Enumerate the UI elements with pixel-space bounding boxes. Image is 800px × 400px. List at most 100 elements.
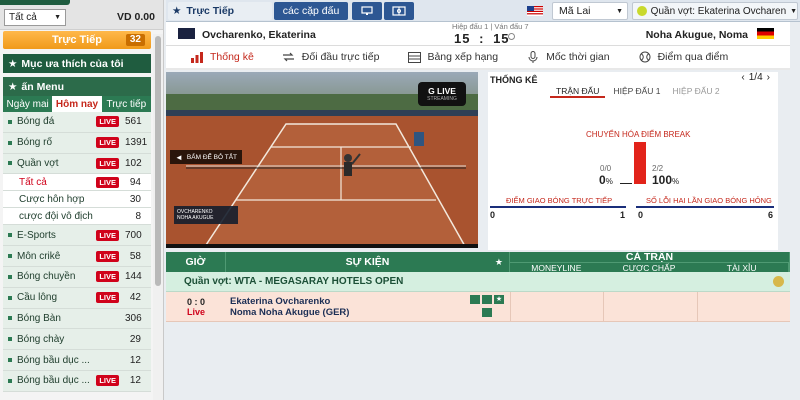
sport-item-volleyball[interactable]: Bóng chuyền LIVE 144 (3, 266, 151, 288)
tab-point-by-point[interactable]: Điểm qua điểm (624, 46, 743, 68)
tennis-sub-parlay[interactable]: Cược hỗn hợp 30 (3, 191, 151, 209)
brand-sub: STREAMING (427, 96, 457, 102)
tab-label: Bảng xếp hạng (427, 51, 499, 63)
star-icon[interactable]: ★ (495, 257, 503, 268)
league-row[interactable]: Quần vợt: WTA - MEGASARAY HOTELS OPEN (166, 272, 790, 292)
sport-item-table-tennis[interactable]: Bóng Bàn 306 (3, 308, 151, 330)
serve-label: ĐIỂM GIAO BÓNG TRỰC TIẾP (506, 196, 613, 205)
tab-head-to-head[interactable]: Đối đầu trực tiếp (268, 46, 394, 68)
handicap-cell[interactable] (603, 292, 696, 321)
sport-name: Bóng Bàn (17, 312, 61, 324)
live-header[interactable]: ★ Trực Tiếp (168, 2, 272, 20)
filter-value: Tất cả (9, 12, 37, 23)
right-percent: 100% (652, 173, 679, 187)
sport-item-football[interactable]: Bóng đá LIVE 561 (3, 112, 151, 133)
bullet-icon (8, 140, 12, 145)
stats-icon[interactable] (482, 295, 492, 304)
scrollbar-thumb[interactable] (155, 36, 161, 286)
sport-item-badminton[interactable]: Cầu lông LIVE 42 (3, 287, 151, 309)
filter-select[interactable]: Tất cả ▼ (4, 9, 66, 26)
live-badge: LIVE (96, 250, 119, 262)
bullet-icon (8, 295, 12, 300)
matchups-button[interactable]: các cặp đấu (274, 2, 348, 20)
unmute-label: BẤM ĐỂ BỎ TẮT (186, 153, 238, 161)
monitor-view-button[interactable] (352, 2, 382, 20)
left-break-bar (620, 183, 632, 184)
match-select[interactable]: Quần vợt: Ekaterina Ovcharenko ▼ (632, 2, 798, 20)
tab-timeline[interactable]: Mốc thời gian (512, 46, 624, 68)
break-label: CHUYỂN HÓA ĐIỂM BREAK (586, 130, 691, 139)
match-row[interactable]: 0 : 0 Live Ekaterina Ovcharenko Noma Noh… (166, 292, 790, 322)
left-percent-value: 0 (599, 173, 606, 187)
live-button-label: Trực Tiếp (52, 34, 102, 46)
tab-standings[interactable]: Bảng xếp hạng (393, 46, 512, 68)
tab-label: Thống kê (210, 51, 254, 63)
match-nav: Thống kê Đối đầu trực tiếp Bảng xếp hạng… (166, 46, 790, 70)
sport-name: Quần vợt (17, 157, 59, 169)
live-video-player[interactable]: G LIVE STREAMING ◄ BẤM ĐỂ BỎ TẮT OVCHARE… (166, 72, 478, 248)
tab-live[interactable]: Trực tiếp (102, 96, 151, 112)
live-badge: LIVE (96, 116, 119, 128)
chart-icon[interactable] (482, 308, 492, 317)
sport-item-cricket[interactable]: Môn crikê LIVE 58 (3, 246, 151, 267)
tab-label: Mốc thời gian (546, 51, 610, 63)
sport-count: 58 (129, 250, 141, 262)
col-event: SỰ KIỆN ★ (226, 252, 510, 272)
video-progress-bar[interactable] (166, 244, 478, 248)
sport-item-tennis[interactable]: Quần vợt LIVE 102 (3, 153, 151, 175)
video-player-2: NOHA AKUGUE (177, 215, 214, 221)
chevron-left-icon[interactable]: ‹ (741, 72, 744, 83)
stats-pager: ‹ 1/4 › (741, 72, 770, 83)
sport-item-basketball[interactable]: Bóng rổ LIVE 1391 (3, 132, 151, 154)
serve-right: 1 (620, 210, 626, 220)
score-separator: : (479, 31, 485, 46)
sport-name: Bóng bầu dục ... (17, 375, 90, 387)
sport-name: Cầu lông (17, 292, 58, 304)
league-name: Quần vợt: WTA - MEGASARAY HOTELS OPEN (184, 276, 404, 287)
bullet-icon (8, 119, 12, 124)
collapse-icon[interactable] (773, 276, 784, 287)
tennis-sub-all[interactable]: Tất cả LIVE 94 (3, 174, 151, 192)
away-point: 15 (493, 31, 510, 46)
video-icon[interactable] (470, 295, 480, 304)
sport-item-baseball[interactable]: Bóng chày 29 (3, 329, 151, 351)
balance: VD 0.00 (117, 11, 155, 23)
top-bar: ★ Trực Tiếp các cặp đấu Mã Lai ▼ Quần vợ… (166, 0, 800, 22)
sport-item-rugby-1[interactable]: Bóng bầu dục ... 12 (3, 350, 151, 371)
moneyline-cell[interactable] (510, 292, 603, 321)
sport-name: E-Sports (17, 229, 56, 241)
live-count: 32 (125, 34, 145, 46)
tab-tomorrow[interactable]: Ngày mai (3, 96, 52, 112)
live-button[interactable]: Trực Tiếp 32 (3, 31, 151, 49)
bullet-icon (8, 233, 12, 238)
star-icon[interactable]: ★ (494, 295, 504, 304)
serve-bar-fill (490, 206, 626, 208)
sport-item-esports[interactable]: E-Sports LIVE 700 (3, 225, 151, 247)
stats-icon (190, 51, 204, 63)
star-icon: ★ (8, 57, 18, 70)
live-badge: LIVE (96, 176, 119, 188)
favorites-header[interactable]: ★ Mục ưa thích của tôi (3, 54, 151, 73)
language-flag[interactable] (522, 2, 548, 20)
unmute-button[interactable]: ◄ BẤM ĐỂ BỎ TẮT (170, 150, 243, 164)
stats-tab-set2[interactable]: HIỆP ĐẤU 2 (669, 86, 724, 98)
sport-item-rugby-2[interactable]: Bóng bầu dục ... LIVE 12 (3, 370, 151, 392)
left-percent: 0% (599, 173, 613, 187)
tennis-sub-outright[interactable]: cược đội vô địch 8 (3, 208, 151, 226)
tab-stats[interactable]: Thống kê (166, 46, 268, 68)
sport-count: 700 (125, 229, 142, 241)
sub-name: Cược hỗn hợp (19, 193, 85, 205)
over-under-cell[interactable] (696, 292, 790, 321)
tab-today[interactable]: Hôm nay (52, 96, 102, 112)
chevron-right-icon[interactable]: › (767, 72, 770, 83)
live-badge: LIVE (96, 292, 119, 304)
sport-count: 12 (129, 375, 141, 387)
menu-header[interactable]: ★ ấn Menu (3, 77, 151, 96)
timezone-select[interactable]: Mã Lai ▼ (552, 2, 628, 20)
stats-tab-match[interactable]: TRẬN ĐẤU (550, 86, 606, 98)
field-view-button[interactable] (384, 2, 414, 20)
flag-icon (527, 6, 543, 16)
match-score: 0 : 0 (186, 296, 205, 307)
sidebar-scrollbar[interactable] (153, 34, 163, 400)
stats-tab-set1[interactable]: HIỆP ĐẤU 1 (609, 86, 664, 98)
